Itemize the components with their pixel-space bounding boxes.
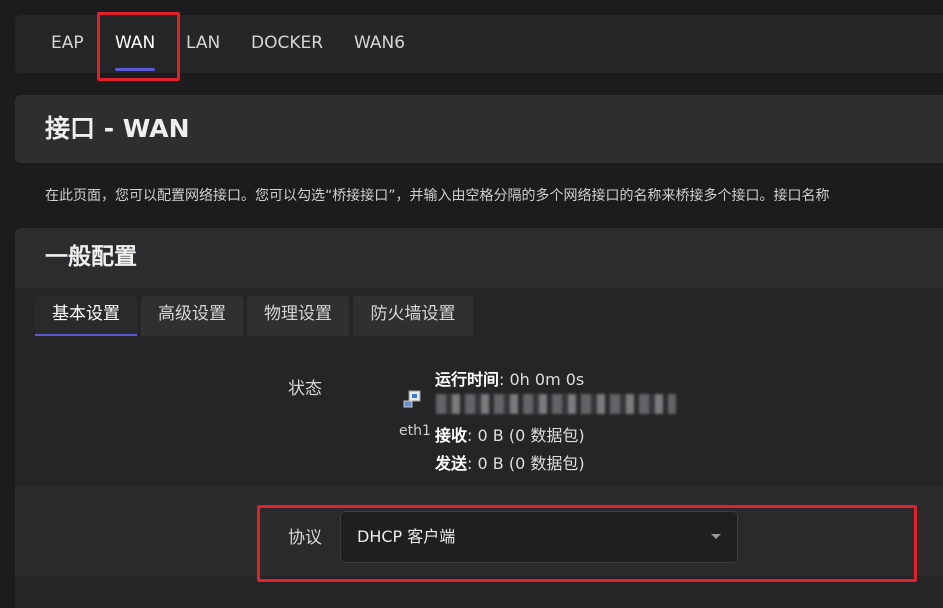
interface-name: eth1 [399,423,431,439]
subtab-physical-label: 物理设置 [264,304,332,324]
tab-docker[interactable]: DOCKER [251,15,323,73]
protocol-selected-value: DHCP 客户端 [357,527,456,546]
tab-wan-label: WAN [115,33,156,53]
rx-line: 接收: 0 B (0 数据包) [435,422,585,446]
section-title: 一般配置 [45,244,137,270]
page-description: 在此页面，您可以配置网络接口。您可以勾选“桥接接口”，并输入由空格分隔的多个网络… [45,188,830,204]
tab-lan[interactable]: LAN [186,15,220,73]
network-port-icon [403,390,421,408]
tx-label: 发送 [435,454,468,473]
subtab-physical[interactable]: 物理设置 [247,296,349,336]
active-tab-indicator [115,68,156,71]
uptime-value: : 0h 0m 0s [499,370,585,389]
tab-lan-label: LAN [186,33,221,53]
active-subtab-indicator [35,334,137,336]
subtab-advanced-label: 高级设置 [158,304,226,324]
tab-wan[interactable]: WAN [115,15,156,73]
tab-wan6[interactable]: WAN6 [354,15,405,73]
page-header: 接口 - WAN [15,95,943,163]
subtab-basic-label: 基本设置 [52,304,120,324]
tab-wan6-label: WAN6 [354,33,406,53]
chevron-down-icon [711,534,721,539]
tab-eap[interactable]: EAP [51,15,84,73]
uptime-label: 运行时间 [435,370,500,389]
status-label: 状态 [288,379,322,399]
page-title: 接口 - WAN [45,114,190,143]
rx-label: 接收 [435,426,468,445]
redacted-mac-address [436,394,676,414]
subtab-basic[interactable]: 基本设置 [35,296,137,336]
protocol-select[interactable]: DHCP 客户端 [340,511,738,563]
section-header [15,228,943,288]
subtab-firewall-label: 防火墙设置 [370,304,456,324]
tx-value: : 0 B (0 数据包) [467,454,585,473]
tx-line: 发送: 0 B (0 数据包) [435,450,585,474]
protocol-label: 协议 [288,528,322,548]
rx-value: : 0 B (0 数据包) [467,426,585,445]
tab-eap-label: EAP [51,33,84,53]
interface-tab-bar: EAP WAN LAN DOCKER WAN6 [15,15,943,73]
uptime-line: 运行时间: 0h 0m 0s [435,366,584,390]
subtab-advanced[interactable]: 高级设置 [141,296,243,336]
tab-docker-label: DOCKER [251,33,324,53]
subtab-firewall[interactable]: 防火墙设置 [353,296,473,336]
